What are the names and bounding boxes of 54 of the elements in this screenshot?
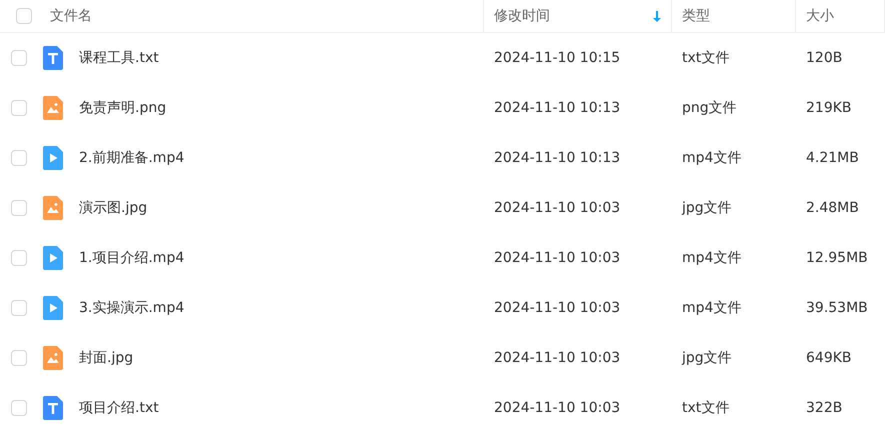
file-size: 649KB <box>806 350 852 366</box>
file-type: mp4文件 <box>682 249 742 267</box>
modified-time: 2024-11-10 10:03 <box>494 250 620 266</box>
file-type: txt文件 <box>682 49 730 67</box>
modified-time: 2024-11-10 10:03 <box>494 300 620 316</box>
file-name[interactable]: 封面.jpg <box>79 349 134 367</box>
column-header[interactable]: 文件名 <box>50 7 483 25</box>
checkbox[interactable] <box>11 300 27 316</box>
checkbox[interactable] <box>11 250 27 266</box>
text-file-icon <box>43 396 63 420</box>
file-type: jpg文件 <box>682 349 732 367</box>
column-header[interactable]: 修改时间 <box>494 7 653 25</box>
file-type: jpg文件 <box>682 199 732 217</box>
file-size: 322B <box>806 400 842 416</box>
file-name[interactable]: 项目介绍.txt <box>79 399 159 417</box>
file-name[interactable]: 免责声明.png <box>79 99 166 117</box>
column-header[interactable]: 类型 <box>682 7 795 25</box>
image-file-icon <box>43 96 63 120</box>
file-name[interactable]: 课程工具.txt <box>79 49 159 67</box>
modified-time: 2024-11-10 10:13 <box>494 150 620 166</box>
file-name[interactable]: 3.实操演示.mp4 <box>79 299 184 317</box>
column-header[interactable]: 大小 <box>806 7 884 25</box>
file-name[interactable]: 演示图.jpg <box>79 199 148 217</box>
video-file-icon <box>43 296 63 320</box>
checkbox[interactable] <box>11 400 27 416</box>
video-file-icon <box>43 146 63 170</box>
sort-descending-icon[interactable] <box>653 10 661 22</box>
file-type: mp4文件 <box>682 299 742 317</box>
modified-time: 2024-11-10 10:03 <box>494 200 620 216</box>
file-size: 39.53MB <box>806 300 868 316</box>
file-name[interactable]: 1.项目介绍.mp4 <box>79 249 184 267</box>
checkbox[interactable] <box>11 150 27 166</box>
file-size: 12.95MB <box>806 250 868 266</box>
file-size: 2.48MB <box>806 200 859 216</box>
file-type: txt文件 <box>682 399 730 417</box>
image-file-icon <box>43 196 63 220</box>
checkbox[interactable] <box>11 50 27 66</box>
video-file-icon <box>43 246 63 270</box>
file-name[interactable]: 2.前期准备.mp4 <box>79 149 184 167</box>
file-type: mp4文件 <box>682 149 742 167</box>
checkbox[interactable] <box>11 100 27 116</box>
file-size: 219KB <box>806 100 852 116</box>
image-file-icon <box>43 346 63 370</box>
file-size: 4.21MB <box>806 150 859 166</box>
checkbox[interactable] <box>11 200 27 216</box>
text-file-icon <box>43 46 63 70</box>
checkbox[interactable] <box>11 350 27 366</box>
file-size: 120B <box>806 50 842 66</box>
modified-time: 2024-11-10 10:03 <box>494 400 620 416</box>
checkbox[interactable] <box>16 8 32 24</box>
file-type: png文件 <box>682 99 737 117</box>
modified-time: 2024-11-10 10:15 <box>494 50 620 66</box>
modified-time: 2024-11-10 10:13 <box>494 100 620 116</box>
modified-time: 2024-11-10 10:03 <box>494 350 620 366</box>
